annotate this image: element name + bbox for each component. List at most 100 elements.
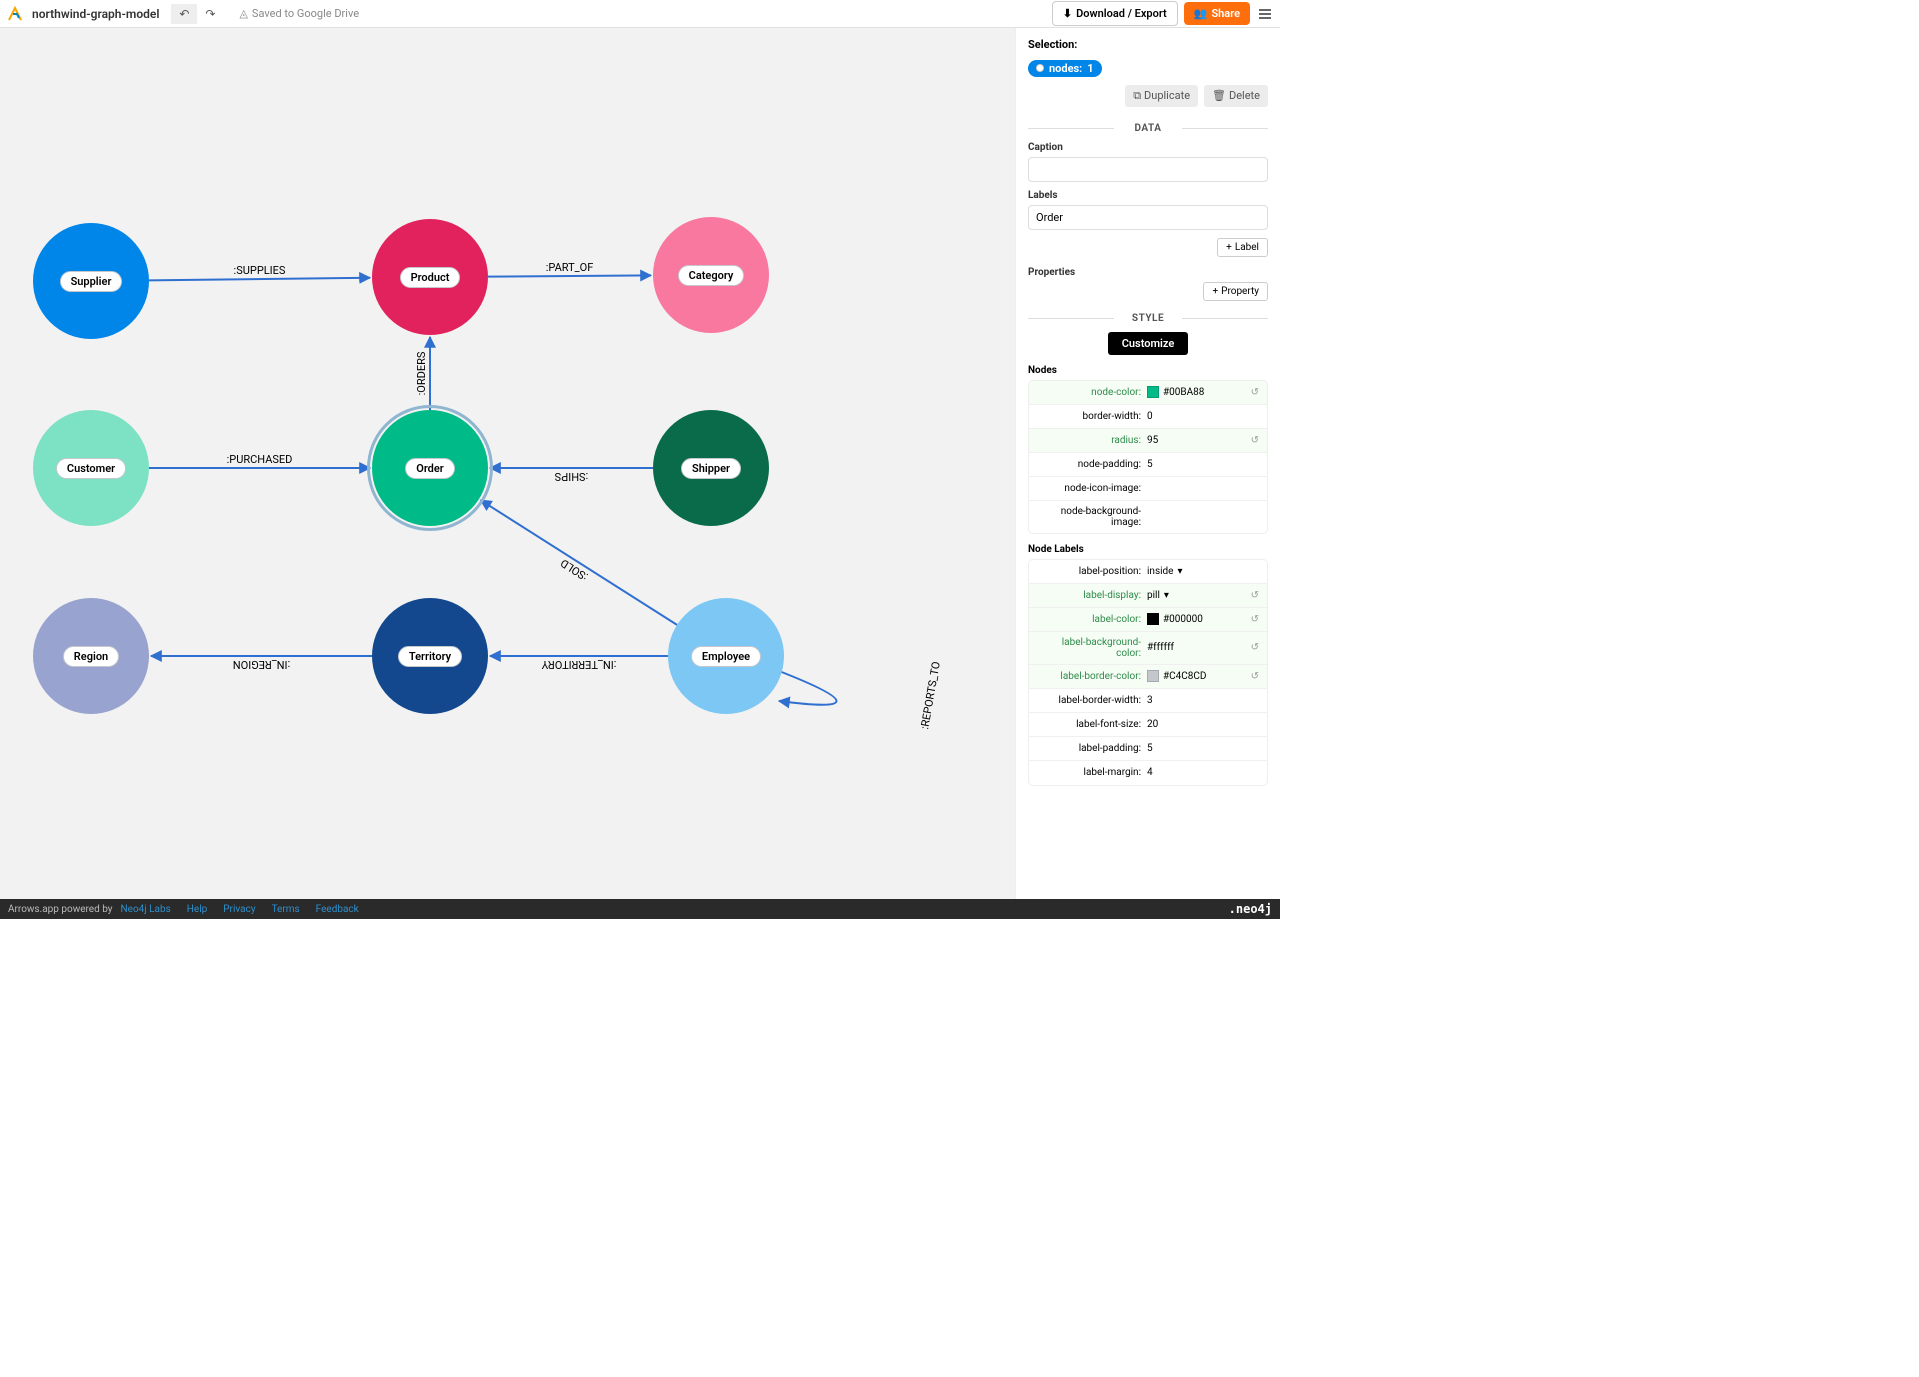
property-value[interactable]: #ffffff xyxy=(1147,642,1251,653)
edge-label: :REPORTS_TO xyxy=(918,661,943,731)
node-label-pill: Supplier xyxy=(60,271,123,292)
download-label: Download / Export xyxy=(1076,7,1167,20)
style-property-row[interactable]: label-background-color:#ffffff↺ xyxy=(1029,632,1267,665)
add-property-text: Property xyxy=(1221,286,1259,297)
revert-icon[interactable]: ↺ xyxy=(1251,590,1259,601)
selection-badge[interactable]: nodes: 1 xyxy=(1028,60,1102,77)
redo-button[interactable]: ↷ xyxy=(197,4,223,24)
property-key: label-padding: xyxy=(1037,743,1147,754)
graph-node-region[interactable]: Region xyxy=(33,598,149,714)
edge-label: :SUPPLIES xyxy=(234,264,286,277)
style-property-row[interactable]: label-padding:5 xyxy=(1029,737,1267,761)
property-value[interactable]: 3 xyxy=(1147,695,1259,706)
node-labels-subheader: Node Labels xyxy=(1028,544,1268,555)
duplicate-button[interactable]: ⧉ Duplicate xyxy=(1125,85,1198,107)
save-status-text: Saved to Google Drive xyxy=(252,7,359,20)
footer-neo4j-labs-link[interactable]: Neo4j Labs xyxy=(121,904,171,915)
graph-edge-employee-order[interactable] xyxy=(481,500,677,625)
style-property-row[interactable]: node-padding:5 xyxy=(1029,453,1267,477)
graph-canvas[interactable]: :SUPPLIES:PART_OF:PURCHASED:ORDERS:SHIPS… xyxy=(0,28,1015,899)
property-value[interactable]: inside ▾ xyxy=(1147,566,1259,577)
property-key: node-background-image: xyxy=(1037,506,1147,528)
node-labels-properties-table: label-position:inside ▾label-display:pil… xyxy=(1028,559,1268,786)
download-export-button[interactable]: ⬇ Download / Export xyxy=(1052,1,1178,26)
revert-icon[interactable]: ↺ xyxy=(1251,642,1259,653)
property-value[interactable]: 95 xyxy=(1147,435,1251,446)
graph-node-supplier[interactable]: Supplier xyxy=(33,223,149,339)
style-property-row[interactable]: label-display:pill ▾↺ xyxy=(1029,584,1267,608)
property-value[interactable]: 5 xyxy=(1147,743,1259,754)
node-label-pill: Region xyxy=(63,646,119,667)
color-swatch xyxy=(1147,670,1159,682)
graph-edge-employee-self[interactable] xyxy=(779,671,837,705)
download-icon: ⬇ xyxy=(1063,7,1072,20)
footer-privacy-link[interactable]: Privacy xyxy=(223,904,255,915)
style-section-header: STYLE xyxy=(1028,313,1268,324)
style-property-row[interactable]: label-margin:4 xyxy=(1029,761,1267,785)
property-key: node-padding: xyxy=(1037,459,1147,470)
property-value[interactable]: pill ▾ xyxy=(1147,590,1251,601)
property-value[interactable]: #C4C8CD xyxy=(1147,670,1251,682)
node-label-pill: Territory xyxy=(398,646,462,667)
add-label-button[interactable]: + Label xyxy=(1217,238,1268,257)
footer-terms-link[interactable]: Terms xyxy=(272,904,300,915)
property-value[interactable]: #00BA88 xyxy=(1147,386,1251,398)
graph-edge-supplier-product[interactable] xyxy=(149,278,370,281)
edge-label: :PURCHASED xyxy=(227,453,293,466)
style-property-row[interactable]: label-position:inside ▾ xyxy=(1029,560,1267,584)
footer-help-link[interactable]: Help xyxy=(187,904,207,915)
property-key: label-border-width: xyxy=(1037,695,1147,706)
revert-icon[interactable]: ↺ xyxy=(1251,435,1259,446)
style-property-row[interactable]: label-border-width:3 xyxy=(1029,689,1267,713)
duplicate-label: Duplicate xyxy=(1144,89,1190,102)
customize-button[interactable]: Customize xyxy=(1108,332,1189,355)
style-property-row[interactable]: radius:95↺ xyxy=(1029,429,1267,453)
property-value[interactable]: 20 xyxy=(1147,719,1259,730)
style-property-row[interactable]: node-icon-image: xyxy=(1029,477,1267,501)
graph-node-order[interactable]: Order xyxy=(372,410,488,526)
trash-icon: 🗑 xyxy=(1212,89,1226,102)
graph-edge-product-category[interactable] xyxy=(488,275,651,276)
nodes-subheader: Nodes xyxy=(1028,365,1268,376)
undo-redo-group: ↶ ↷ xyxy=(171,4,223,24)
revert-icon[interactable]: ↺ xyxy=(1251,614,1259,625)
footer-feedback-link[interactable]: Feedback xyxy=(316,904,359,915)
style-property-row[interactable]: node-background-image: xyxy=(1029,501,1267,533)
caption-label: Caption xyxy=(1028,142,1268,153)
property-value[interactable]: 0 xyxy=(1147,411,1259,422)
menu-button[interactable] xyxy=(1256,5,1274,23)
graph-node-customer[interactable]: Customer xyxy=(33,410,149,526)
graph-node-shipper[interactable]: Shipper xyxy=(653,410,769,526)
share-label: Share xyxy=(1211,7,1240,20)
revert-icon[interactable]: ↺ xyxy=(1251,387,1259,398)
style-property-row[interactable]: label-color:#000000↺ xyxy=(1029,608,1267,632)
document-title[interactable]: northwind-graph-model xyxy=(32,7,159,21)
graph-node-product[interactable]: Product xyxy=(372,219,488,335)
property-value[interactable]: #000000 xyxy=(1147,613,1251,625)
caption-input[interactable] xyxy=(1028,157,1268,182)
edges-layer: :SUPPLIES:PART_OF:PURCHASED:ORDERS:SHIPS… xyxy=(0,28,1015,899)
node-label-pill: Order xyxy=(405,458,455,479)
property-key: radius: xyxy=(1037,435,1147,446)
app-logo xyxy=(6,5,24,23)
graph-node-territory[interactable]: Territory xyxy=(372,598,488,714)
undo-button[interactable]: ↶ xyxy=(171,4,197,24)
style-property-row[interactable]: border-width:0 xyxy=(1029,405,1267,429)
style-property-row[interactable]: node-color:#00BA88↺ xyxy=(1029,381,1267,405)
delete-button[interactable]: 🗑 Delete xyxy=(1204,85,1268,107)
property-value[interactable]: 4 xyxy=(1147,767,1259,778)
chevron-down-icon: ▾ xyxy=(1164,590,1169,601)
add-property-button[interactable]: + Property xyxy=(1203,282,1268,301)
selection-dot-icon xyxy=(1036,64,1044,72)
graph-node-category[interactable]: Category xyxy=(653,217,769,333)
revert-icon[interactable]: ↺ xyxy=(1251,671,1259,682)
property-key: label-background-color: xyxy=(1037,637,1147,659)
labels-input[interactable] xyxy=(1028,205,1268,230)
property-value[interactable]: 5 xyxy=(1147,459,1259,470)
share-button[interactable]: 👥 Share xyxy=(1184,2,1250,25)
graph-node-employee[interactable]: Employee xyxy=(668,598,784,714)
style-property-row[interactable]: label-border-color:#C4C8CD↺ xyxy=(1029,665,1267,689)
edge-label: :ORDERS xyxy=(415,351,428,395)
property-key: label-display: xyxy=(1037,590,1147,601)
style-property-row[interactable]: label-font-size:20 xyxy=(1029,713,1267,737)
